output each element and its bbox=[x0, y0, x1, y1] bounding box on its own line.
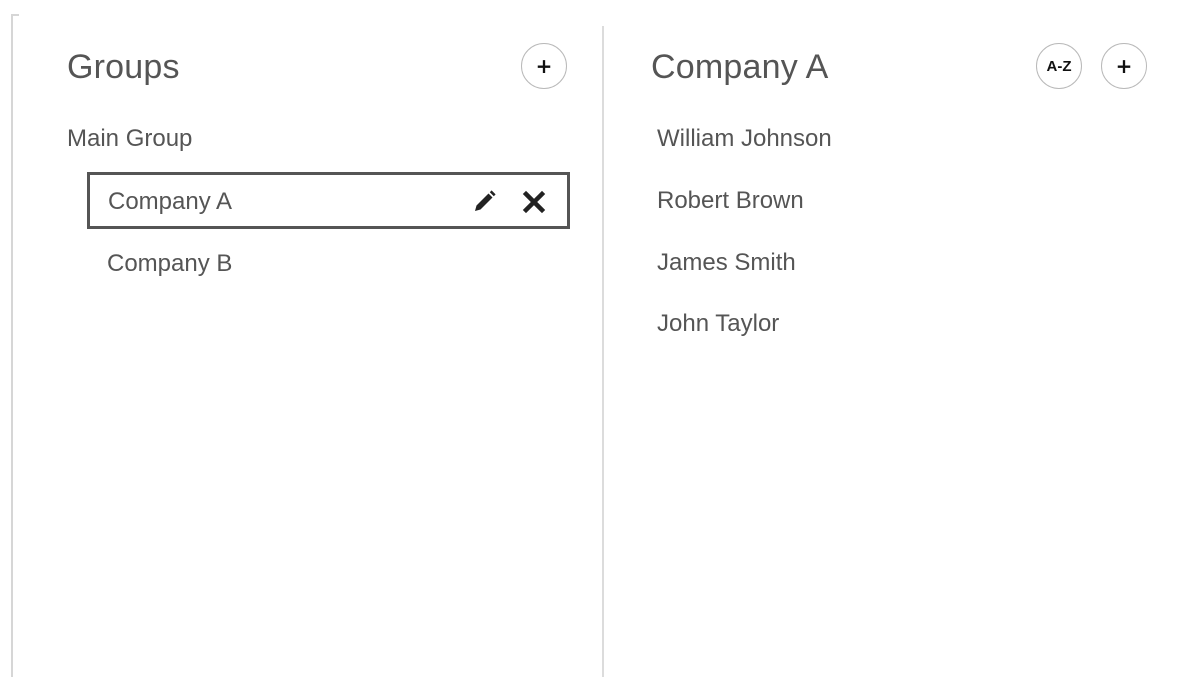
group-item-label: Company A bbox=[108, 188, 233, 215]
sort-az-button[interactable]: A-Z bbox=[1036, 43, 1082, 89]
member-item[interactable]: James Smith bbox=[657, 251, 796, 275]
frame-left-corner bbox=[11, 14, 19, 16]
frame-left-border bbox=[11, 14, 13, 677]
plus-icon: + bbox=[1115, 54, 1133, 78]
member-item[interactable]: Robert Brown bbox=[657, 189, 804, 213]
close-icon[interactable] bbox=[521, 189, 547, 215]
plus-icon: + bbox=[535, 54, 553, 78]
group-item-company-a[interactable]: Company A bbox=[87, 172, 570, 229]
member-item[interactable]: John Taylor bbox=[657, 312, 779, 336]
panel-divider bbox=[602, 26, 604, 677]
group-item-main-group[interactable]: Main Group bbox=[67, 127, 192, 151]
groups-title: Groups bbox=[67, 48, 180, 86]
group-item-company-b[interactable]: Company B bbox=[107, 252, 232, 276]
member-item[interactable]: William Johnson bbox=[657, 127, 832, 151]
add-group-button[interactable]: + bbox=[521, 43, 567, 89]
members-title: Company A bbox=[651, 48, 829, 86]
pencil-icon[interactable] bbox=[471, 189, 497, 215]
sort-az-label: A-Z bbox=[1046, 57, 1072, 75]
add-member-button[interactable]: + bbox=[1101, 43, 1147, 89]
